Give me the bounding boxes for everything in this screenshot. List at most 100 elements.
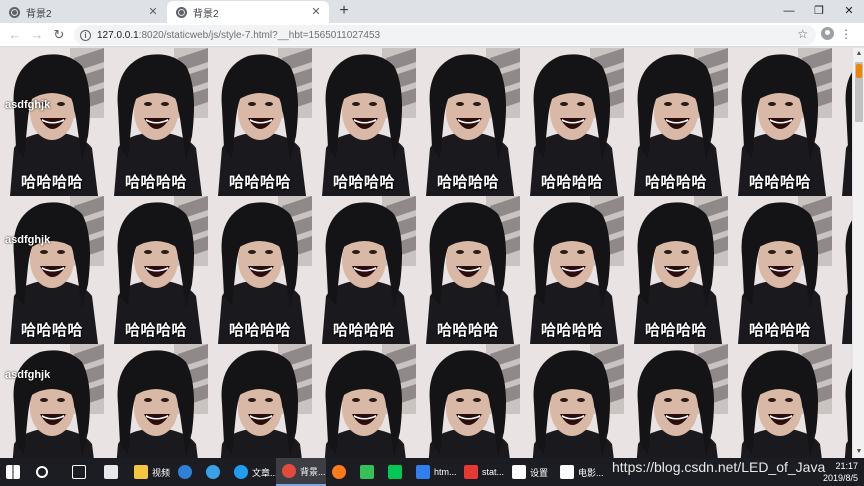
forward-button[interactable]: →	[28, 26, 46, 44]
background-tile: 哈哈哈哈	[208, 196, 312, 344]
qq-browser-icon	[234, 465, 248, 479]
reload-button[interactable]: ↻	[50, 26, 68, 44]
background-tile: 哈哈哈哈	[104, 48, 208, 196]
taskbar-item-movie[interactable]: 电影...	[554, 458, 604, 486]
close-window-button[interactable]: ✕	[834, 0, 864, 22]
taskbar-item-edge[interactable]	[172, 458, 200, 486]
url-text[interactable]: 127.0.0.1:8020/staticweb/js/style-7.html…	[97, 30, 380, 41]
windows-start-icon	[6, 465, 20, 479]
taskbar-item-task-view[interactable]	[66, 458, 98, 486]
taskbar-item-hbuilder[interactable]: stat...	[458, 458, 506, 486]
scroll-down-icon[interactable]: ▼	[853, 446, 864, 458]
background-tile: 哈哈哈哈	[728, 196, 832, 344]
folder-icon	[134, 465, 148, 479]
system-clock[interactable]: 21:17 2019/8/5	[823, 460, 858, 484]
page-text-line: asdfghjk	[5, 234, 51, 246]
address-bar[interactable]: i 127.0.0.1:8020/staticweb/js/style-7.ht…	[74, 25, 816, 45]
back-button[interactable]: ←	[6, 26, 24, 44]
background-tile: 哈哈哈哈	[416, 48, 520, 196]
info-icon[interactable]: i	[80, 29, 91, 41]
tab-strip: 背景2 ✕ 背景2 ✕ + — ❐ ✕	[0, 0, 864, 23]
bookmark-star-icon[interactable]: ☆	[797, 27, 808, 41]
background-tile: 哈哈哈哈	[624, 196, 728, 344]
background-tile: 哈哈哈哈	[416, 344, 520, 458]
tile-caption: 哈哈哈哈	[332, 322, 395, 339]
url-host: 127.0.0.1	[97, 29, 139, 41]
taskbar-item-ie[interactable]	[200, 458, 228, 486]
background-tile: 哈哈哈哈	[312, 344, 416, 458]
taskbar-item-mail[interactable]	[98, 458, 128, 486]
taskbar-item-vscode[interactable]: htm...	[410, 458, 458, 486]
background-tile: 哈哈哈哈	[520, 48, 624, 196]
taskbar-item-cortana-search[interactable]	[30, 458, 66, 486]
tab-title: 背景2	[193, 8, 219, 20]
ie-icon	[206, 465, 220, 479]
task-view-icon	[72, 465, 86, 479]
background-tile: 哈哈哈哈	[104, 196, 208, 344]
tile-caption: 哈哈哈哈	[748, 174, 811, 191]
tile-caption: 哈哈哈哈	[228, 174, 291, 191]
taskbar-item-windows-start[interactable]	[0, 458, 30, 486]
profile-avatar-icon[interactable]	[821, 27, 834, 40]
tab-background2-first[interactable]: 背景2 ✕	[0, 1, 166, 23]
taskbar-item-iqiyi[interactable]	[382, 458, 410, 486]
tile-caption: 哈哈哈哈	[832, 319, 852, 340]
taskbar-item-label: stat...	[482, 467, 505, 477]
kebab-menu-icon[interactable]: ⋮	[840, 26, 852, 42]
iqiyi-icon	[388, 465, 402, 479]
taskbar-item-gear[interactable]: 设置	[506, 458, 554, 486]
taskbar-item-media-player[interactable]	[354, 458, 382, 486]
background-tile: 哈哈哈哈	[104, 344, 208, 458]
background-tile: 哈哈哈哈	[520, 344, 624, 458]
minimize-button[interactable]: —	[774, 0, 804, 22]
browser-toolbar: ← → ↻ i 127.0.0.1:8020/staticweb/js/styl…	[0, 23, 864, 47]
tile-caption: 哈哈哈哈	[124, 322, 187, 339]
background-tile: 哈哈哈哈	[416, 196, 520, 344]
vertical-scrollbar[interactable]: ▲ ▼	[852, 48, 864, 458]
hbuilder-icon	[464, 465, 478, 479]
taskbar-item-label: 背景...	[300, 466, 326, 477]
tile-caption: 哈哈哈哈	[20, 322, 83, 339]
mail-icon	[104, 465, 118, 479]
page-text-line: asdfghjk	[5, 99, 51, 111]
background-tile: 哈哈哈哈	[208, 48, 312, 196]
taskbar-item-folder[interactable]: 视频	[128, 458, 172, 486]
close-icon[interactable]: ✕	[309, 5, 323, 19]
taskbar-item-label: 设置	[530, 467, 549, 478]
background-tile: 哈哈哈哈	[312, 196, 416, 344]
tile-caption: 哈哈哈哈	[540, 322, 603, 339]
taskbar-item-chrome[interactable]: 背景...	[276, 458, 326, 486]
background-tile: 哈哈哈哈	[0, 344, 104, 458]
new-tab-button[interactable]: +	[336, 2, 352, 20]
clock-date: 2019/8/5	[822, 473, 858, 483]
watermark: https://blog.csdn.net/LED_of_Java	[612, 459, 826, 475]
taskbar-item-firefox[interactable]	[326, 458, 354, 486]
taskbar-item-label: htm...	[434, 467, 457, 477]
close-icon[interactable]: ✕	[146, 5, 160, 19]
globe-icon	[176, 6, 187, 18]
media-player-icon	[360, 465, 374, 479]
tiled-background: 哈哈哈哈 哈哈哈哈 哈哈哈哈 哈哈哈哈 哈哈哈哈 哈哈哈哈 哈哈哈哈 哈哈哈哈 哈哈哈哈 哈哈哈哈…	[0, 48, 852, 458]
scroll-up-icon[interactable]: ▲	[853, 48, 864, 60]
tile-caption: 哈哈哈哈	[748, 322, 811, 339]
background-tile: 哈哈哈哈	[624, 48, 728, 196]
clock-time: 21:17	[835, 461, 858, 471]
background-tile: 哈哈哈哈	[728, 344, 832, 458]
movie-icon	[560, 465, 574, 479]
tile-caption: 哈哈哈哈	[644, 322, 707, 339]
background-tile: 哈哈哈哈	[832, 344, 852, 458]
background-tile: 哈哈哈哈	[832, 48, 852, 196]
background-tile: 哈哈哈哈	[312, 48, 416, 196]
taskbar-item-qq-browser[interactable]: 文章...	[228, 458, 278, 486]
firefox-icon	[332, 465, 346, 479]
page-viewport: 哈哈哈哈 哈哈哈哈 哈哈哈哈 哈哈哈哈 哈哈哈哈 哈哈哈哈 哈哈哈哈 哈哈哈哈 哈哈哈哈 哈哈哈哈…	[0, 48, 852, 458]
vscode-icon	[416, 465, 430, 479]
cortana-search-icon	[36, 466, 48, 478]
scroll-accent-marker	[856, 64, 862, 78]
tile-caption: 哈哈哈哈	[644, 174, 707, 191]
restore-button[interactable]: ❐	[804, 0, 834, 22]
background-tile: 哈哈哈哈	[208, 344, 312, 458]
tab-title: 背景2	[26, 8, 52, 20]
tab-background2-active[interactable]: 背景2 ✕	[167, 1, 329, 23]
background-tile: 哈哈哈哈	[520, 196, 624, 344]
